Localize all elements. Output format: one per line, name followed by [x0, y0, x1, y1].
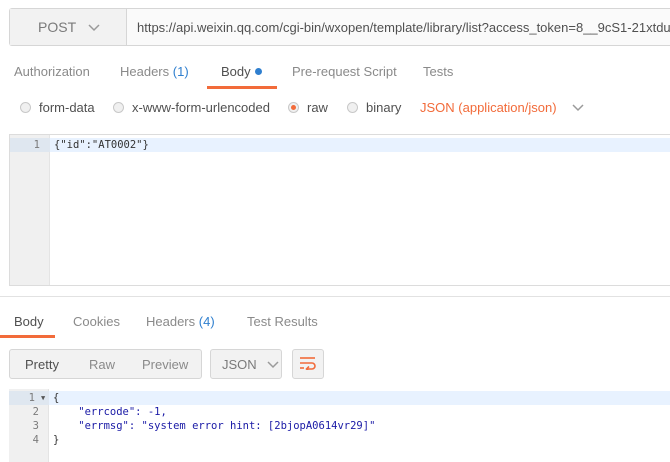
tab-tests[interactable]: Tests: [423, 56, 453, 90]
url-input[interactable]: https://api.weixin.qq.com/cgi-bin/wxopen…: [127, 9, 670, 45]
code-text: {: [53, 392, 60, 404]
radio-binary[interactable]: binary: [347, 100, 401, 115]
body-indicator-dot: [254, 68, 262, 75]
code-text: "errmsg": "system error hint: [2bjopA061…: [53, 420, 376, 432]
line-number: 4: [32, 434, 39, 446]
chevron-down-icon: [267, 357, 279, 372]
radio-raw[interactable]: raw: [288, 100, 328, 115]
response-body-viewer[interactable]: 1 ▼ { 2 "errcode": -1, 3 "errmsg": "syst…: [9, 389, 670, 462]
view-preview-button[interactable]: Preview: [142, 357, 188, 372]
headers-count: (1): [172, 64, 189, 79]
body-type-row: form-data x-www-form-urlencoded raw bina…: [0, 96, 670, 122]
radio-form-data[interactable]: form-data: [20, 100, 95, 115]
code-text: "errcode": -1,: [53, 406, 167, 418]
response-tab-headers[interactable]: Headers (4): [146, 306, 215, 340]
line-number: 1: [33, 139, 40, 151]
response-tab-test-results[interactable]: Test Results: [247, 306, 318, 340]
chevron-down-icon: [88, 19, 100, 35]
code-text: {"id":"AT0002"}: [54, 139, 149, 151]
response-tab-cookies[interactable]: Cookies: [73, 306, 120, 340]
tab-headers[interactable]: Headers (1): [120, 56, 189, 90]
code-line: 4 }: [9, 433, 670, 447]
url-bar: POST https://api.weixin.qq.com/cgi-bin/w…: [9, 8, 670, 46]
code-line: 1 {"id":"AT0002"}: [10, 138, 670, 152]
code-text: }: [53, 434, 60, 446]
view-mode-segmented: Pretty Raw Preview: [9, 349, 202, 379]
line-number: 3: [32, 420, 39, 432]
wrap-lines-button[interactable]: [292, 349, 324, 379]
code-line: 3 "errmsg": "system error hint: [2bjopA0…: [9, 419, 670, 433]
fold-arrow-icon[interactable]: ▼: [41, 391, 45, 405]
pane-divider[interactable]: [0, 296, 670, 297]
radio-circle: [20, 102, 31, 113]
tab-body[interactable]: Body: [221, 56, 262, 90]
tab-authorization[interactable]: Authorization: [14, 56, 90, 90]
code-line: 1 ▼ {: [9, 391, 670, 405]
code-line: 2 "errcode": -1,: [9, 405, 670, 419]
view-raw-button[interactable]: Raw: [89, 357, 115, 372]
tab-pre-request-script[interactable]: Pre-request Script: [292, 56, 397, 90]
method-select[interactable]: POST: [10, 9, 127, 45]
editor-gutter: [10, 135, 50, 285]
request-tabs: Authorization Headers (1) Body Pre-reque…: [0, 56, 670, 90]
chevron-down-icon: [572, 100, 584, 115]
request-body-editor[interactable]: 1 {"id":"AT0002"}: [9, 134, 670, 286]
content-type-select[interactable]: JSON (application/json): [420, 100, 584, 115]
response-tabs: Body Cookies Headers (4) Test Results: [0, 306, 670, 338]
radio-x-www-form-urlencoded[interactable]: x-www-form-urlencoded: [113, 100, 270, 115]
view-pretty-button[interactable]: Pretty: [25, 357, 59, 372]
radio-circle-selected: [288, 102, 299, 113]
active-response-tab-underline: [0, 335, 55, 338]
response-headers-count: (4): [198, 314, 215, 329]
method-label: POST: [38, 19, 77, 35]
format-select[interactable]: JSON: [210, 349, 282, 379]
line-number: 2: [32, 406, 39, 418]
active-tab-underline: [207, 86, 277, 89]
radio-circle: [113, 102, 124, 113]
line-number: 1: [28, 392, 35, 404]
radio-circle: [347, 102, 358, 113]
wrap-lines-icon: [299, 356, 317, 373]
